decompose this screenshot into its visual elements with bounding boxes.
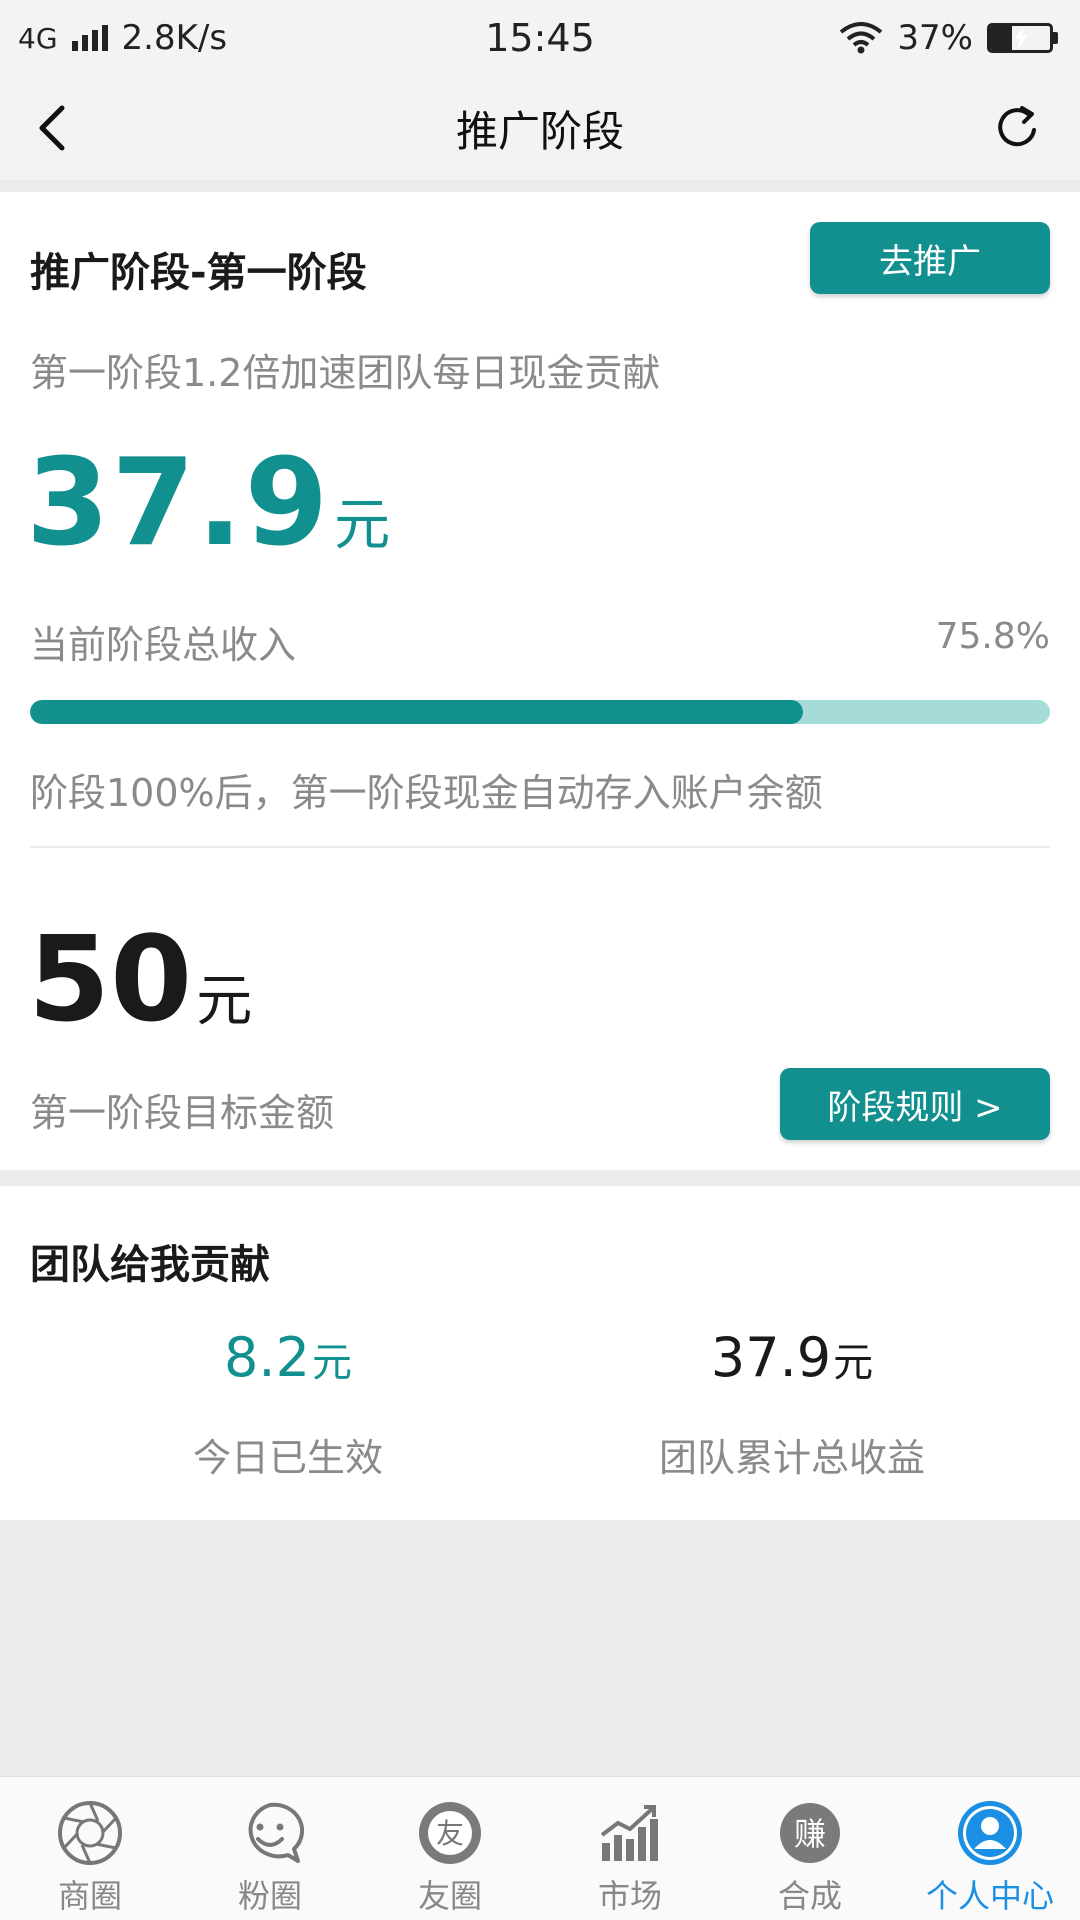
tab-fenquan[interactable]: 粉圈 (180, 1777, 360, 1920)
network-speed: 2.8K/s (121, 18, 228, 58)
target-amount: 50 元 (28, 910, 252, 1048)
progress-fill (30, 700, 804, 724)
aperture-icon (58, 1801, 122, 1865)
status-right: 37% (839, 18, 1058, 58)
tab-shangquan[interactable]: 商圈 (0, 1777, 180, 1920)
team-card: 团队给我贡献 8.2 元 今日已生效 37.9 元 团队累计总收益 (0, 1186, 1080, 1520)
current-amount-value: 37.9 (26, 434, 331, 573)
tab-label: 市场 (597, 1877, 662, 1915)
friend-circle-icon: 友 (419, 1802, 481, 1864)
stage-card: 推广阶段-第一阶段 去推广 第一阶段1.2倍加速团队每日现金贡献 37.9 元 … (0, 192, 1080, 1170)
wifi-icon (840, 22, 883, 54)
nav-bar: 推广阶段 (0, 76, 1080, 180)
progress-bar (30, 700, 1050, 724)
progress-note: 阶段100%后，第一阶段现金自动存入账户余额 (30, 771, 823, 815)
battery-fill (990, 26, 1013, 50)
smile-chat-icon (248, 1802, 305, 1863)
today-value-unit: 元 (311, 1340, 352, 1386)
back-arrow-icon[interactable] (28, 102, 80, 154)
battery-cap (1053, 32, 1058, 44)
total-value-number: 37.9 (710, 1326, 832, 1389)
user-icon (958, 1801, 1022, 1865)
status-bar: 4G 2.8K/s 15:45 37% (0, 0, 1080, 76)
page-title: 推广阶段 (455, 106, 624, 156)
tab-label: 商圈 (57, 1877, 122, 1915)
refresh-icon[interactable] (990, 100, 1046, 156)
current-amount-unit: 元 (334, 493, 391, 558)
tab-youquan[interactable]: 友 友圈 (360, 1777, 540, 1920)
stage-rules-button[interactable]: 阶段规则 > (780, 1068, 1050, 1140)
total-stat: 37.9 元 团队累计总收益 (522, 1326, 1062, 1482)
tab-hecheng[interactable]: 赚 合成 (720, 1777, 900, 1920)
target-amount-unit: 元 (196, 969, 253, 1034)
earn-icon: 赚 (780, 1803, 840, 1863)
tab-label: 个人中心 (925, 1877, 1054, 1915)
tab-label: 合成 (777, 1877, 842, 1915)
promote-button[interactable]: 去推广 (810, 222, 1050, 294)
tab-personal-center[interactable]: 个人中心 (900, 1777, 1080, 1920)
today-stat: 8.2 元 今日已生效 (18, 1326, 558, 1482)
total-value-unit: 元 (833, 1340, 874, 1386)
income-label: 当前阶段总收入 (30, 623, 297, 667)
network-type: 4G (18, 21, 58, 55)
stage-title: 推广阶段-第一阶段 (30, 250, 367, 296)
battery-body (987, 23, 1053, 53)
divider (30, 846, 1050, 848)
tab-label: 友圈 (417, 1877, 482, 1915)
friend-icon-glyph: 友 (436, 1817, 464, 1850)
progress-percent: 75.8% (935, 616, 1050, 657)
charging-bolt-icon (1014, 27, 1028, 49)
today-label: 今日已生效 (192, 1436, 383, 1480)
target-label: 第一阶段目标金额 (30, 1091, 335, 1135)
bottom-tab-bar: 商圈 粉圈 友 友圈 市场 赚 合成 个人中心 (0, 1776, 1080, 1920)
target-amount-value: 50 (28, 910, 193, 1048)
battery-percent: 37% (897, 18, 973, 58)
chart-trend-icon (600, 1805, 658, 1861)
battery-icon (987, 23, 1058, 53)
signal-icon (71, 25, 108, 51)
today-value-number: 8.2 (224, 1326, 310, 1389)
total-value: 37.9 元 (711, 1326, 873, 1389)
earn-icon-glyph: 赚 (794, 1815, 826, 1853)
today-value: 8.2 元 (224, 1326, 352, 1389)
current-amount: 37.9 元 (26, 434, 390, 573)
tab-shichang[interactable]: 市场 (540, 1777, 720, 1920)
team-title: 团队给我贡献 (30, 1242, 270, 1288)
status-left: 4G 2.8K/s (18, 18, 227, 58)
stage-description: 第一阶段1.2倍加速团队每日现金贡献 (30, 351, 661, 395)
tab-label: 粉圈 (237, 1877, 302, 1915)
total-label: 团队累计总收益 (658, 1436, 925, 1480)
